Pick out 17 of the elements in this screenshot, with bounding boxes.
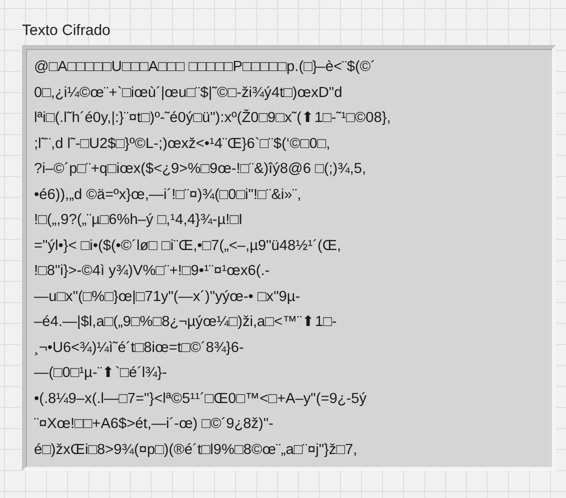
text-line: •é6)),„d ©ä=ºx}œ,—i´!□¨¤)¾(□0□i"!□¨&i»¨, — [34, 186, 302, 204]
text-line: –é4.—|$l,a□(„9□%□8¿¬µýœ¼□)ži,a□<™¨⬆1□- — [34, 313, 337, 332]
text-line: ¨¤Xœ!□□+A6$>ét,—i´-œ) □©´9¿8ž)"- — [34, 415, 274, 434]
text-line: ;l˜¨,d l˜-□U2$□}º©L-;)œxž<•¹4¨Œ}6`□¨$(‘©□0□, — [34, 134, 330, 154]
text-line: ¸¬•U6<¾)¼ì˜é´t□8iœ=t□©´8¾}6- — [34, 338, 244, 358]
text-line: !□8"i}>-©4ì y¾)V%□¨+!□9•¹¨¤¹œx6(.- — [34, 262, 270, 281]
text-line: 0□,¿i¼©œ¨+`□iœù´|œu□¨$|˜©□-ži¾ý4t□)œxD"d — [34, 84, 342, 102]
text-line: é□)žxŒi□8>9¾(¤p□)(®é´t□l9%□8©œ¨„a□¨¤j"}ž□7, — [34, 440, 358, 460]
text-line: !□(„,9?(„¨µ□6%h–ý □,¹4,4}¾-µ!□I — [34, 211, 243, 230]
text-line: —(□0□¹µ-¨⬆`□é´l¾}- — [34, 364, 167, 383]
indicator-label: Texto Cifrado — [22, 22, 110, 39]
text-line: ?i–©´p□¨+q□iœx($<¿9>%□9œ-!□¨&)îý8@6 □(;)¾,5, — [34, 160, 366, 179]
text-line: lªi□(.l˜h´é0y,|:}¨¤t□)º-˜é0ý□ü"):xº(Ž0□9□x˜(⬆1□-˜¹□©08}, — [34, 108, 391, 128]
text-line: @□A□□□□□U□□□A□□□ □□□□□P□□□□□p.(□}–è<¨$(©´ — [34, 58, 376, 77]
text-line: ="ýl•}< □i•($(•©´lø□ □i¨Œ,•□7(„<–,µ9"ü48½¹´(Œ, — [34, 236, 342, 256]
text-line: —u□x"(□%□}œ|□71y"(—x´)"yýœ-• □x"9µ- — [34, 288, 300, 306]
text-line: •(.8¼9–x(.l—□7="}<lª©5¹¹´□Œ0□™<□+A–y"(=9¿-5ý — [34, 390, 367, 408]
